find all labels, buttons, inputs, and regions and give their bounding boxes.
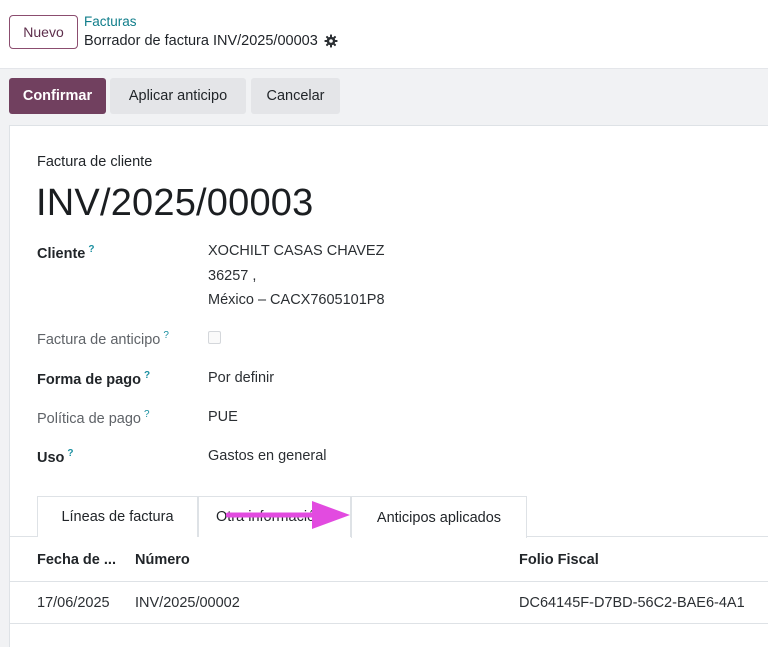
- help-icon[interactable]: ?: [144, 409, 150, 420]
- forma-pago-label: Forma de pago?: [37, 370, 150, 388]
- cliente-label-text: Cliente: [37, 245, 86, 262]
- client-rfc: México – CACX7605101P8: [208, 292, 385, 308]
- cliente-label: Cliente?: [37, 244, 94, 262]
- cell-folio-fiscal: DC64145F-D7BD-56C2-BAE6-4A1: [519, 595, 745, 611]
- client-name: XOCHILT CASAS CHAVEZ: [208, 243, 385, 259]
- arrow-annotation: [226, 501, 350, 529]
- apply-advance-button[interactable]: Aplicar anticipo: [110, 78, 246, 114]
- document-type: Factura de cliente: [37, 154, 153, 170]
- breadcrumb-current: Borrador de factura INV/2025/00003: [84, 33, 338, 49]
- cell-fecha: 17/06/2025: [37, 595, 110, 611]
- cancel-button[interactable]: Cancelar: [251, 78, 340, 114]
- new-button[interactable]: Nuevo: [9, 15, 78, 49]
- help-icon[interactable]: ?: [144, 370, 150, 381]
- help-icon[interactable]: ?: [163, 330, 169, 341]
- tab-lineas-factura[interactable]: Líneas de factura: [37, 496, 198, 537]
- column-header-fecha[interactable]: Fecha de ...: [37, 552, 116, 568]
- header-divider: [10, 581, 768, 582]
- form-sheet: Factura de cliente INV/2025/00003 Client…: [9, 125, 768, 647]
- action-bar: Confirmar Aplicar anticipo Cancelar: [0, 69, 768, 125]
- tab-anticipos-aplicados[interactable]: Anticipos aplicados: [351, 496, 527, 538]
- gear-icon[interactable]: [324, 34, 338, 48]
- client-address: 36257 ,: [208, 267, 257, 284]
- breadcrumb-current-label: Borrador de factura INV/2025/00003: [84, 33, 318, 49]
- politica-pago-value[interactable]: PUE: [208, 409, 238, 425]
- forma-pago-label-text: Forma de pago: [37, 371, 141, 388]
- factura-anticipo-label-text: Factura de anticipo: [37, 331, 161, 348]
- breadcrumb-facturas[interactable]: Facturas: [84, 14, 137, 29]
- uso-value[interactable]: Gastos en general: [208, 448, 327, 464]
- help-icon[interactable]: ?: [88, 244, 94, 255]
- help-icon[interactable]: ?: [67, 448, 73, 459]
- politica-pago-label: Política de pago?: [37, 409, 150, 427]
- uso-label: Uso?: [37, 448, 74, 466]
- confirm-button[interactable]: Confirmar: [9, 78, 106, 114]
- politica-pago-label-text: Política de pago: [37, 410, 141, 427]
- cliente-value[interactable]: XOCHILT CASAS CHAVEZ 36257 , México – CA…: [208, 239, 385, 313]
- column-header-folio-fiscal[interactable]: Folio Fiscal: [519, 552, 599, 568]
- control-panel: Nuevo Facturas Borrador de factura INV/2…: [0, 0, 768, 69]
- uso-label-text: Uso: [37, 449, 65, 466]
- factura-anticipo-checkbox[interactable]: [208, 331, 221, 344]
- factura-anticipo-label: Factura de anticipo?: [37, 330, 169, 348]
- forma-pago-value[interactable]: Por definir: [208, 370, 274, 386]
- invoice-number: INV/2025/00003: [36, 182, 314, 224]
- cell-numero: INV/2025/00002: [135, 595, 240, 611]
- column-header-numero[interactable]: Número: [135, 552, 190, 568]
- row-divider: [10, 623, 768, 624]
